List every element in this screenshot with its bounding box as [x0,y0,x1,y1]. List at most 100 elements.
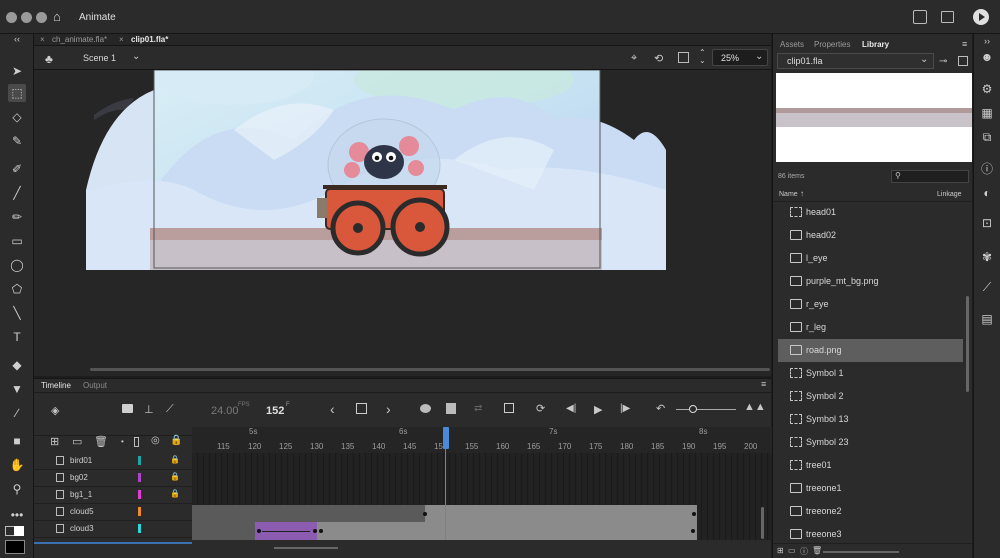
eraser-tool-icon[interactable]: ◆ [8,356,26,374]
brush-tool-icon[interactable]: ╱ [8,184,26,202]
new-library-icon[interactable] [958,56,968,66]
tab-library[interactable]: Library [862,40,889,49]
camera-tool-icon[interactable]: ■ [8,432,26,450]
new-layer-icon[interactable]: ⊞ [50,435,59,448]
column-name[interactable]: Name [779,191,798,198]
info-icon[interactable]: ⓘ [980,162,994,176]
zoom-tool-icon[interactable]: ⚲ [8,480,26,498]
center-stage-icon[interactable]: ⌖ [631,52,637,65]
layer-name[interactable]: bird01 [70,456,92,465]
assets-icon[interactable]: ☻ [980,50,994,64]
sort-up-icon[interactable]: ↑ [800,189,804,198]
eyedropper-tool-icon[interactable]: ∕ [8,404,26,422]
share-icon[interactable] [913,10,927,24]
delete-layer-icon[interactable]: 🗑 [94,435,108,448]
document-tab[interactable]: ch_animate.fla* [52,34,107,46]
library-scrollbar[interactable] [966,296,969,392]
layer-row[interactable]: cloud3 [34,521,192,538]
layer-name[interactable]: bg02 [70,473,88,482]
fill-color-swatch[interactable] [14,526,24,536]
collapse-tools-icon[interactable]: ‹‹ [8,34,26,52]
library-item[interactable]: road.png [778,339,963,362]
stage-area[interactable] [34,70,771,376]
layer-parenting-icon[interactable]: ⊥ [144,403,154,416]
outline-icon[interactable] [134,437,139,447]
slider-handle[interactable] [689,405,697,413]
library-item[interactable]: Symbol 23 [778,431,963,454]
oval-tool-icon[interactable]: ◯ [8,256,26,274]
line-tool-icon[interactable]: ╲ [8,304,26,322]
layer-color-swatch[interactable] [138,507,141,516]
library-icon[interactable]: ⊡ [980,216,994,230]
zoom-window-button[interactable] [36,12,47,23]
document-tab-active[interactable]: clip01.fla* [131,34,168,46]
camera-icon[interactable] [122,404,133,413]
layer-color-swatch[interactable] [138,524,141,533]
tab-close-icon[interactable]: × [119,34,124,46]
convert-icon[interactable] [504,403,514,413]
library-item[interactable]: treeone3 [778,523,963,543]
components-icon[interactable]: ▤ [980,312,994,326]
lasso-tool-icon[interactable]: ◇ [8,108,26,126]
pin-library-icon[interactable]: ⊸ [939,56,947,67]
keyframe-marker[interactable] [257,529,261,533]
prev-keyframe-icon[interactable]: ‹ [330,401,335,417]
library-item[interactable]: Symbol 2 [778,385,963,408]
step-back-icon[interactable]: ◀| [566,403,576,414]
layers-icon[interactable]: ◈ [51,404,59,417]
free-transform-tool-icon[interactable]: ⬚ [8,84,26,102]
delete-icon[interactable]: 🗑 [812,546,822,555]
keyframe-marker[interactable] [692,512,696,516]
layer-name[interactable]: bg1_1 [70,490,92,499]
layer-scrollbar[interactable] [34,542,192,544]
tween-icon[interactable]: ⇄ [474,403,482,414]
highlight-icon[interactable]: • [121,437,124,446]
frame-span[interactable] [192,505,425,522]
align-icon[interactable]: ▦ [980,106,994,120]
library-item[interactable]: treeone1 [778,477,963,500]
scene-name[interactable]: Scene 1 [83,53,116,63]
library-item[interactable]: Symbol 13 [778,408,963,431]
frame-span[interactable] [317,522,697,540]
library-horizontal-scrollbar[interactable] [823,551,899,553]
tab-properties[interactable]: Properties [814,40,850,49]
playhead[interactable] [443,427,450,540]
frame-width-slider[interactable] [676,409,736,410]
fps-value[interactable]: 24.00 [211,405,239,417]
column-linkage[interactable]: Linkage [937,191,962,198]
properties-icon[interactable]: ⓘ [800,546,808,557]
library-search-input[interactable]: ⚲ [891,170,969,183]
graph-icon[interactable]: ⟋ [166,403,174,416]
clip-icon[interactable] [678,52,689,63]
pin-tool-icon[interactable]: ✎ [8,132,26,150]
library-item[interactable]: tree01 [778,454,963,477]
step-forward-icon[interactable]: |▶ [620,403,630,414]
graph-icon[interactable]: ⟋ [980,280,994,294]
layer-row[interactable]: bg02 🔒 [34,470,192,487]
keyframe-marker[interactable] [313,529,317,533]
rectangle-tool-icon[interactable]: ▭ [8,232,26,250]
layer-color-swatch[interactable] [138,490,141,499]
undo-icon[interactable]: ↶ [656,402,665,415]
fluid-brush-tool-icon[interactable]: ✐ [8,160,26,178]
panel-menu-icon[interactable]: ≡ [962,39,967,49]
keyframe-marker[interactable] [319,529,323,533]
home-icon[interactable]: ⌂ [53,10,67,24]
library-item[interactable]: r_leg [778,316,963,339]
fullscreen-icon[interactable] [941,11,954,23]
default-color-swatch[interactable] [5,540,25,554]
keyframe-marker[interactable] [423,512,427,516]
lock-icon[interactable]: 🔒 [170,472,180,481]
minimize-window-button[interactable] [21,12,32,23]
layer-row[interactable]: bg1_1 🔒 [34,487,192,504]
library-item[interactable]: head01 [778,201,963,224]
zoom-select[interactable]: 25% ⌄ [712,49,768,66]
layer-row[interactable]: bird01 🔒 [34,453,192,470]
library-file-select[interactable]: clip01.fla ⌄ [777,53,934,69]
pencil-tool-icon[interactable]: ✏ [8,208,26,226]
tab-close-icon[interactable]: × [40,34,45,46]
stage-artwork[interactable] [34,70,771,376]
transform-icon[interactable]: ⧉ [980,130,994,144]
play-icon[interactable]: ▶ [594,403,602,416]
new-folder-icon[interactable]: ▭ [788,546,796,555]
